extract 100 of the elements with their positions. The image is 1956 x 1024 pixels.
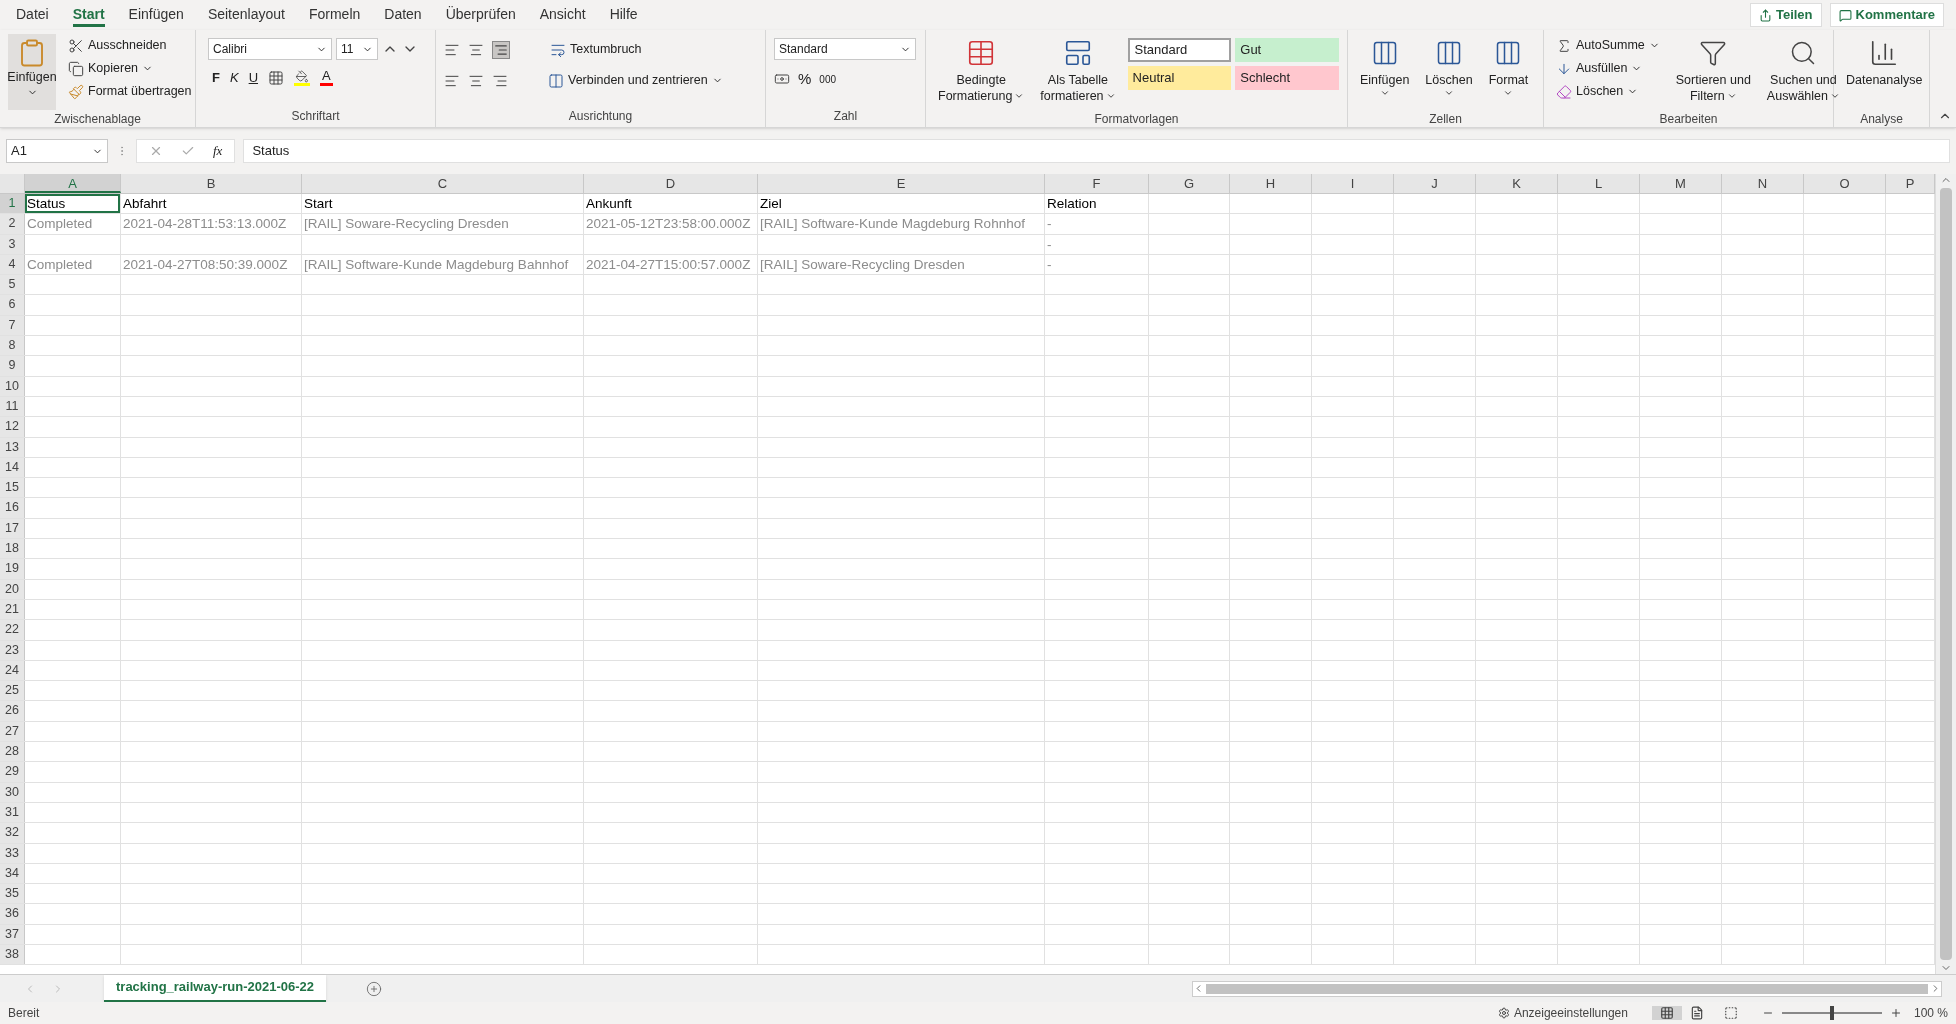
ribbon-button[interactable]: Ausfüllen xyxy=(1552,57,1664,80)
caret-icon xyxy=(1726,91,1737,101)
cell-style[interactable]: Gut xyxy=(1235,38,1339,62)
paste-button[interactable]: Einfügen xyxy=(8,34,56,110)
column-header[interactable]: B xyxy=(121,174,302,193)
font-size-dropdown[interactable]: 11 xyxy=(336,38,378,60)
row-header[interactable]: 5 xyxy=(0,275,25,295)
italic-button[interactable]: K xyxy=(229,68,239,88)
row-header[interactable]: 2 xyxy=(0,214,25,234)
row-header[interactable]: 29 xyxy=(0,762,25,782)
ribbon-button[interactable]: Verbinden und zentrieren xyxy=(544,69,727,92)
row-header[interactable]: 8 xyxy=(0,336,25,356)
table-cell-text: - xyxy=(1047,235,1052,254)
row-header[interactable]: 22 xyxy=(0,620,25,640)
ribbon-tab[interactable]: Datei xyxy=(4,1,61,29)
sort-filter-icon xyxy=(1699,39,1728,67)
font-family-dropdown[interactable]: Calibri xyxy=(208,38,332,60)
ribbon-tab[interactable]: Start xyxy=(60,1,117,29)
ribbon-tab[interactable]: Daten xyxy=(372,1,434,29)
ribbon-button[interactable]: Datenanalyse xyxy=(1842,34,1927,110)
ribbon-tab[interactable]: Hilfe xyxy=(597,1,650,29)
display-settings-button[interactable]: Anzeigeeinstellungen xyxy=(1497,1004,1628,1022)
formula-field[interactable]: Status xyxy=(243,139,1950,163)
cell-style[interactable]: Neutral xyxy=(1127,66,1232,90)
row-header[interactable]: 9 xyxy=(0,356,25,376)
column-header[interactable]: A xyxy=(25,174,121,193)
group-title: Formatvorlagen xyxy=(1093,111,1180,128)
row-header[interactable]: 28 xyxy=(0,742,25,762)
row-header[interactable]: 6 xyxy=(0,295,25,315)
ribbon-button[interactable]: Einfügen xyxy=(1356,34,1414,110)
number-format-dropdown[interactable]: Standard xyxy=(774,38,916,60)
function-icon[interactable]: fx xyxy=(213,141,223,161)
cell-style[interactable]: Standard xyxy=(1127,38,1232,62)
table-cell-text: [RAIL] Software-Kunde Magdeburg Bahnhof xyxy=(304,255,569,274)
comments-button[interactable]: Kommentare xyxy=(1829,3,1944,27)
ribbon-tab[interactable]: Überprüfen xyxy=(433,1,528,29)
ribbon-button[interactable]: Löschen xyxy=(1421,34,1477,110)
column-header[interactable]: D xyxy=(584,174,758,193)
horizontal-scrollbar[interactable] xyxy=(1192,980,1942,997)
row-header[interactable]: 35 xyxy=(0,884,25,904)
column-header[interactable]: G xyxy=(1149,174,1230,193)
ribbon-button[interactable]: Kopieren xyxy=(64,57,196,80)
zoom-level: 100 % xyxy=(1913,1005,1948,1022)
table-cell-text: Ziel xyxy=(760,195,782,213)
ribbon-button[interactable]: Löschen xyxy=(1552,80,1664,103)
column-header[interactable]: F xyxy=(1045,174,1149,193)
row-header[interactable]: 15 xyxy=(0,478,25,498)
cell-style[interactable]: Schlecht xyxy=(1235,66,1339,90)
ribbon-tab[interactable]: Einfügen xyxy=(116,1,196,29)
ribbon-button[interactable]: Sortieren und Filtern xyxy=(1671,34,1755,110)
row-header[interactable]: 1 xyxy=(0,194,25,214)
group-title: Bearbeiten xyxy=(1658,111,1719,128)
name-box[interactable]: A1 xyxy=(6,139,108,163)
column-header[interactable]: L xyxy=(1558,174,1640,193)
group-title: Ausrichtung xyxy=(567,108,634,125)
ribbon-button[interactable]: Ausschneiden xyxy=(64,34,196,57)
zoom-slider-thumb[interactable] xyxy=(1829,1006,1834,1020)
caret-icon xyxy=(1830,91,1840,101)
row-header[interactable]: 25 xyxy=(0,681,25,701)
column-header[interactable]: E xyxy=(758,174,1045,193)
page-break-icon xyxy=(1723,1006,1738,1020)
ribbon-button[interactable]: AutoSumme xyxy=(1552,34,1664,57)
row-header[interactable]: 32 xyxy=(0,823,25,843)
column-header[interactable]: H xyxy=(1230,174,1312,193)
vertical-scrollbar[interactable] xyxy=(1935,174,1956,974)
ribbon-button[interactable]: Format übertragen xyxy=(64,80,196,103)
row-header[interactable]: 36 xyxy=(0,904,25,924)
cancel-icon xyxy=(149,144,163,158)
eraser-icon xyxy=(1556,83,1572,100)
sheet-tab[interactable]: tracking_railway-run-2021-06-22 xyxy=(104,974,326,1003)
row-header[interactable]: 19 xyxy=(0,559,25,579)
ribbon-tab[interactable]: Ansicht xyxy=(527,1,598,29)
ribbon-button[interactable]: Als Tabelle formatieren xyxy=(1036,34,1120,110)
row-header[interactable]: 12 xyxy=(0,417,25,437)
column-header[interactable]: K xyxy=(1476,174,1558,193)
settings-icon xyxy=(1497,1007,1510,1019)
underline-button[interactable]: U xyxy=(248,68,258,88)
column-header[interactable]: I xyxy=(1312,174,1394,193)
ribbon-tab[interactable]: Seitenlayout xyxy=(195,1,297,29)
row-header[interactable]: 26 xyxy=(0,701,25,721)
column-header[interactable]: C xyxy=(302,174,584,193)
thousands-button[interactable]: 000 xyxy=(819,71,837,87)
bold-button[interactable]: F xyxy=(212,68,220,88)
row-header[interactable]: 16 xyxy=(0,498,25,518)
table-cell-text: [RAIL] Software-Kunde Magdeburg Rohnhof xyxy=(760,215,1025,234)
normal-view-icon[interactable] xyxy=(1651,1006,1682,1020)
percent-button[interactable]: % xyxy=(798,68,812,91)
ribbon-tab[interactable]: Formeln xyxy=(296,1,373,29)
column-header[interactable]: O xyxy=(1804,174,1886,193)
share-button[interactable]: Teilen xyxy=(1749,3,1822,27)
column-header[interactable]: M xyxy=(1640,174,1722,193)
ribbon-button[interactable]: Suchen und Auswählen xyxy=(1762,34,1844,110)
row-header[interactable]: 18 xyxy=(0,539,25,559)
ribbon-button[interactable]: Bedingte Formatierung xyxy=(934,34,1029,110)
font-color-button[interactable]: A xyxy=(320,69,333,87)
column-header[interactable]: N xyxy=(1722,174,1804,193)
ribbon-button[interactable]: Format xyxy=(1484,34,1533,110)
column-header[interactable]: J xyxy=(1394,174,1476,193)
align-bottom-icon[interactable] xyxy=(492,40,510,59)
ribbon-button[interactable]: Textumbruch xyxy=(546,38,646,61)
